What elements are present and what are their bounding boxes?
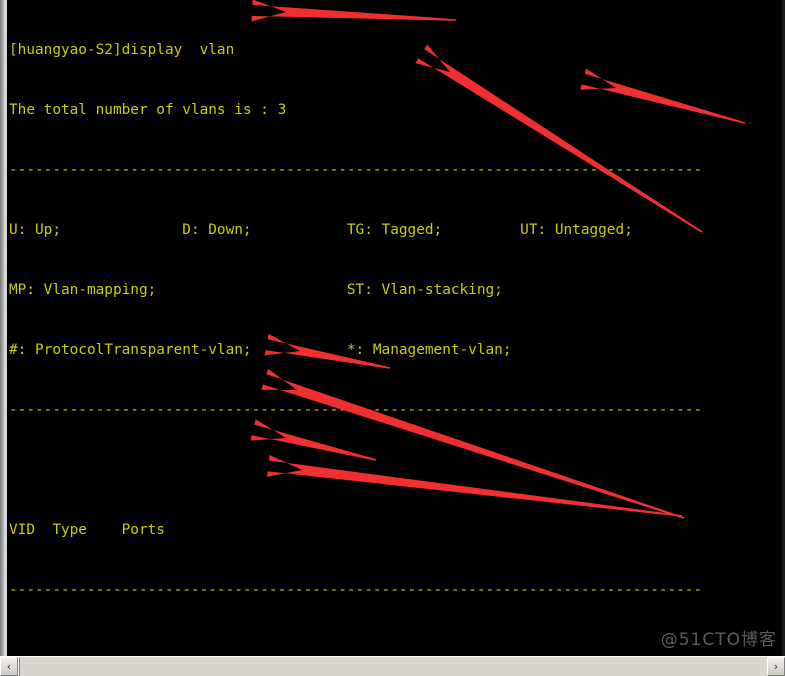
command-prompt-line: [huangyao-S2]display vlan: [9, 42, 235, 58]
legend-line-2: MP: Vlan-mapping; ST: Vlan-stacking;: [9, 282, 503, 298]
legend-line-3: #: ProtocolTransparent-vlan; *: Manageme…: [9, 342, 512, 358]
watermark: @51CTO博客: [660, 630, 777, 650]
ports-table-header: VID Type Ports: [9, 522, 165, 538]
window-left-border: [0, 0, 7, 656]
terminal-output[interactable]: [huangyao-S2]display vlan The total numb…: [9, 0, 785, 656]
scroll-right-arrow-icon[interactable]: ›: [767, 657, 785, 676]
terminal-window: [huangyao-S2]display vlan The total numb…: [0, 0, 785, 676]
legend-line-1: U: Up; D: Down; TG: Tagged; UT: Untagged…: [9, 222, 633, 238]
scroll-left-arrow-icon[interactable]: ‹: [0, 657, 18, 676]
separator-1: ----------------------------------------…: [9, 162, 703, 178]
separator-3: ----------------------------------------…: [9, 582, 703, 598]
scrollbar-thumb[interactable]: [18, 657, 20, 676]
horizontal-scrollbar[interactable]: ‹ ›: [0, 656, 785, 676]
vlan-total-line: The total number of vlans is : 3: [9, 102, 287, 118]
separator-2: ----------------------------------------…: [9, 402, 703, 418]
scrollbar-track[interactable]: [18, 657, 767, 676]
